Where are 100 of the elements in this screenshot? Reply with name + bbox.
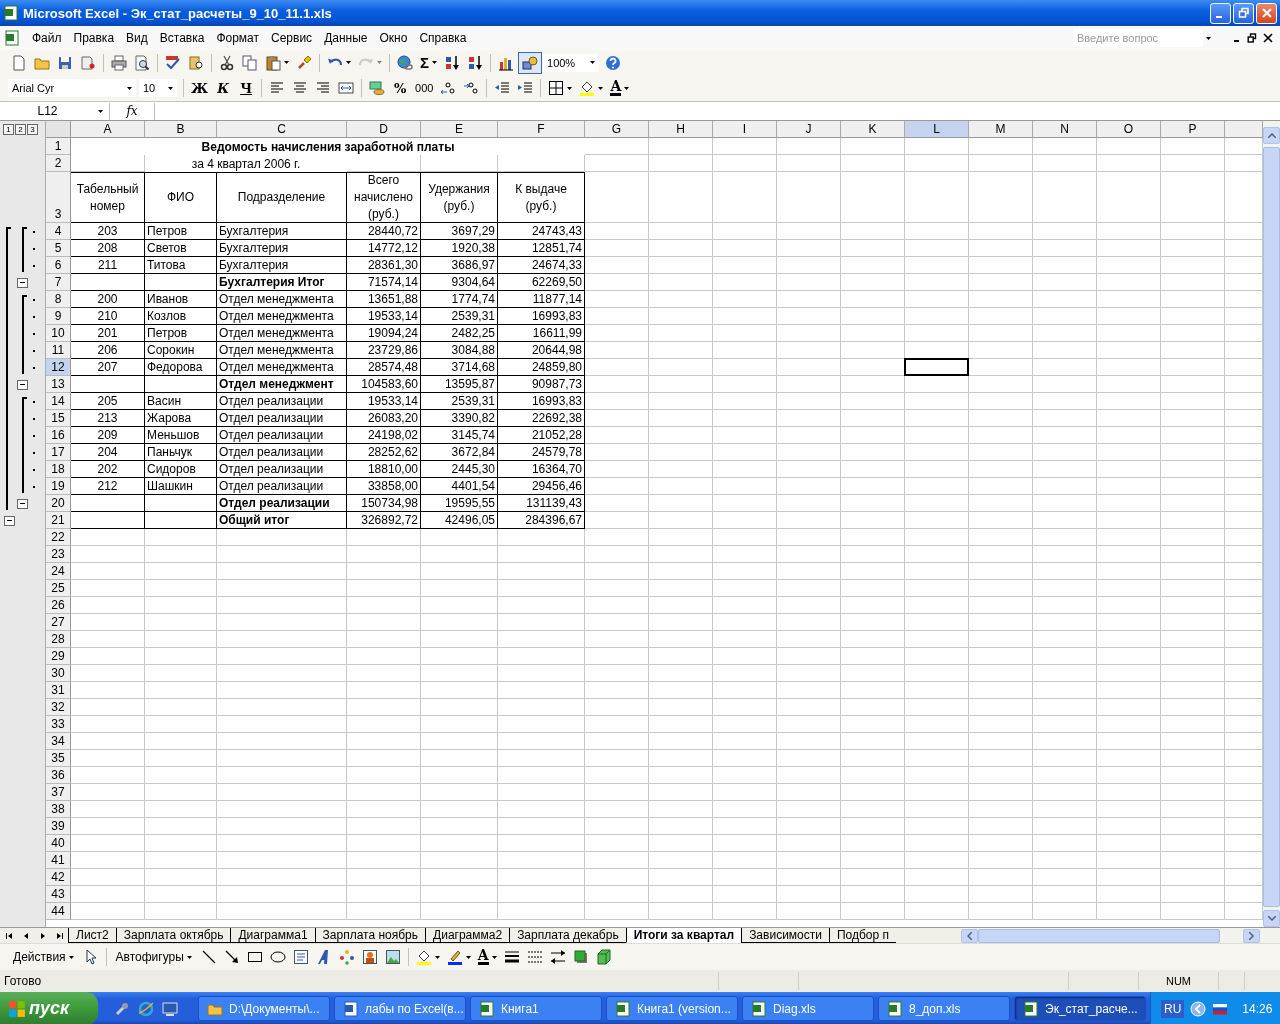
row-header[interactable]: 41: [46, 852, 71, 869]
bold-button[interactable]: Ж: [188, 77, 212, 99]
row-header[interactable]: 22: [46, 529, 71, 546]
actions-menu-button[interactable]: Действия: [8, 946, 79, 968]
font-dropdown[interactable]: Arial Cyr: [8, 79, 136, 97]
menu-item[interactable]: Файл: [26, 29, 68, 47]
row-header[interactable]: 33: [46, 716, 71, 733]
row-header[interactable]: 6: [46, 257, 71, 274]
menu-item[interactable]: Вид: [120, 29, 154, 47]
row-header[interactable]: 17: [46, 444, 71, 461]
column-header[interactable]: F: [498, 121, 585, 138]
menu-item[interactable]: Окно: [373, 29, 414, 47]
collapse-button[interactable]: [17, 277, 28, 288]
font-color-button[interactable]: A: [474, 946, 500, 968]
sheet-tab[interactable]: Зарплата октябрь: [115, 928, 231, 943]
row-header[interactable]: 30: [46, 665, 71, 682]
collapse-button[interactable]: [4, 515, 15, 526]
sheet-tab[interactable]: Зарплата декабрь: [509, 928, 626, 943]
row-header[interactable]: 3: [46, 172, 71, 223]
row-header[interactable]: 32: [46, 699, 71, 716]
name-box[interactable]: L12: [0, 102, 110, 120]
taskbar-button[interactable]: 8_доп.xls: [878, 996, 1010, 1021]
outline-level-button[interactable]: 2: [15, 124, 26, 135]
row-header[interactable]: 4: [46, 223, 71, 240]
taskbar-button[interactable]: Эк_стат_расче...: [1014, 996, 1146, 1021]
row-header[interactable]: 21: [46, 512, 71, 529]
row-header[interactable]: 34: [46, 733, 71, 750]
row-header[interactable]: 35: [46, 750, 71, 767]
row-header[interactable]: 13: [46, 376, 71, 393]
outline-level-button[interactable]: 3: [27, 124, 38, 135]
row-header[interactable]: 39: [46, 818, 71, 835]
row-header[interactable]: 19: [46, 478, 71, 495]
sheet-tab[interactable]: Зависимости: [741, 928, 829, 943]
scroll-left-button[interactable]: [961, 928, 978, 943]
row-header[interactable]: 40: [46, 835, 71, 852]
underline-button[interactable]: Ч: [235, 77, 258, 99]
column-header[interactable]: B: [145, 121, 217, 138]
row-header[interactable]: 31: [46, 682, 71, 699]
row-header[interactable]: 27: [46, 614, 71, 631]
row-header[interactable]: 7: [46, 274, 71, 291]
font-size-dropdown[interactable]: 10: [139, 79, 177, 97]
column-header[interactable]: J: [777, 121, 841, 138]
column-header[interactable]: H: [649, 121, 713, 138]
menu-item[interactable]: Правка: [67, 29, 121, 47]
autoshapes-menu-button[interactable]: Автофигуры: [110, 946, 197, 968]
menu-item[interactable]: Формат: [210, 29, 266, 47]
column-header[interactable]: A: [71, 121, 145, 138]
row-header[interactable]: 12: [46, 359, 71, 376]
scroll-right-button[interactable]: [1243, 928, 1260, 943]
row-header[interactable]: 18: [46, 461, 71, 478]
column-header[interactable]: C: [217, 121, 347, 138]
language-indicator[interactable]: RU: [1161, 999, 1185, 1018]
font-color-button[interactable]: A: [607, 77, 633, 99]
scroll-thumb[interactable]: [978, 928, 1220, 943]
sheet-tab[interactable]: Итоги за квартал: [625, 928, 742, 943]
column-header[interactable]: O: [1097, 121, 1161, 138]
row-header[interactable]: 10: [46, 325, 71, 342]
row-header[interactable]: 38: [46, 801, 71, 818]
taskbar-button[interactable]: D:\Документы\...: [198, 996, 330, 1021]
horizontal-scrollbar[interactable]: [961, 928, 1280, 943]
row-header[interactable]: 20: [46, 495, 71, 512]
column-header[interactable]: N: [1033, 121, 1097, 138]
row-header[interactable]: 25: [46, 580, 71, 597]
autosum-button[interactable]: Σ: [417, 51, 440, 74]
menu-item[interactable]: Вставка: [153, 29, 211, 47]
sheet-tab[interactable]: Зарплата ноябрь: [314, 928, 426, 943]
active-cell[interactable]: [904, 358, 969, 376]
taskbar-button[interactable]: Книга1: [470, 996, 602, 1021]
column-header[interactable]: D: [347, 121, 421, 138]
row-header[interactable]: 2: [46, 155, 71, 172]
menu-item[interactable]: Справка: [413, 29, 473, 47]
column-header[interactable]: P: [1161, 121, 1225, 138]
italic-button[interactable]: К: [212, 77, 235, 99]
row-header[interactable]: 28: [46, 631, 71, 648]
row-header[interactable]: 11: [46, 342, 71, 359]
row-header[interactable]: 23: [46, 546, 71, 563]
collapse-button[interactable]: [17, 498, 28, 509]
comma-style-button[interactable]: 000: [412, 77, 437, 99]
outline-level-button[interactable]: 1: [3, 124, 14, 135]
insert-function-button[interactable]: fx: [110, 104, 154, 118]
taskbar-button[interactable]: Книга1 (version...: [606, 996, 738, 1021]
row-header[interactable]: 8: [46, 291, 71, 308]
row-header[interactable]: 1: [46, 138, 71, 155]
question-field[interactable]: Введите вопрос: [1073, 29, 1203, 47]
row-header[interactable]: 26: [46, 597, 71, 614]
menu-item[interactable]: Данные: [318, 29, 374, 47]
taskbar-button[interactable]: Diag.xls: [742, 996, 874, 1021]
row-header[interactable]: 5: [46, 240, 71, 257]
column-header[interactable]: G: [585, 121, 649, 138]
row-header[interactable]: 43: [46, 886, 71, 903]
row-header[interactable]: 29: [46, 648, 71, 665]
row-header[interactable]: 24: [46, 563, 71, 580]
row-header[interactable]: 37: [46, 784, 71, 801]
column-header[interactable]: E: [421, 121, 498, 138]
sheet-tab[interactable]: Лист2: [68, 928, 116, 943]
zoom-dropdown[interactable]: 100%: [543, 53, 599, 72]
row-header[interactable]: 9: [46, 308, 71, 325]
scroll-up-button[interactable]: [1263, 127, 1280, 144]
taskbar-button[interactable]: лабы по Excel(в...: [334, 996, 466, 1021]
sheet-tab[interactable]: Диаграмма1: [230, 928, 315, 943]
